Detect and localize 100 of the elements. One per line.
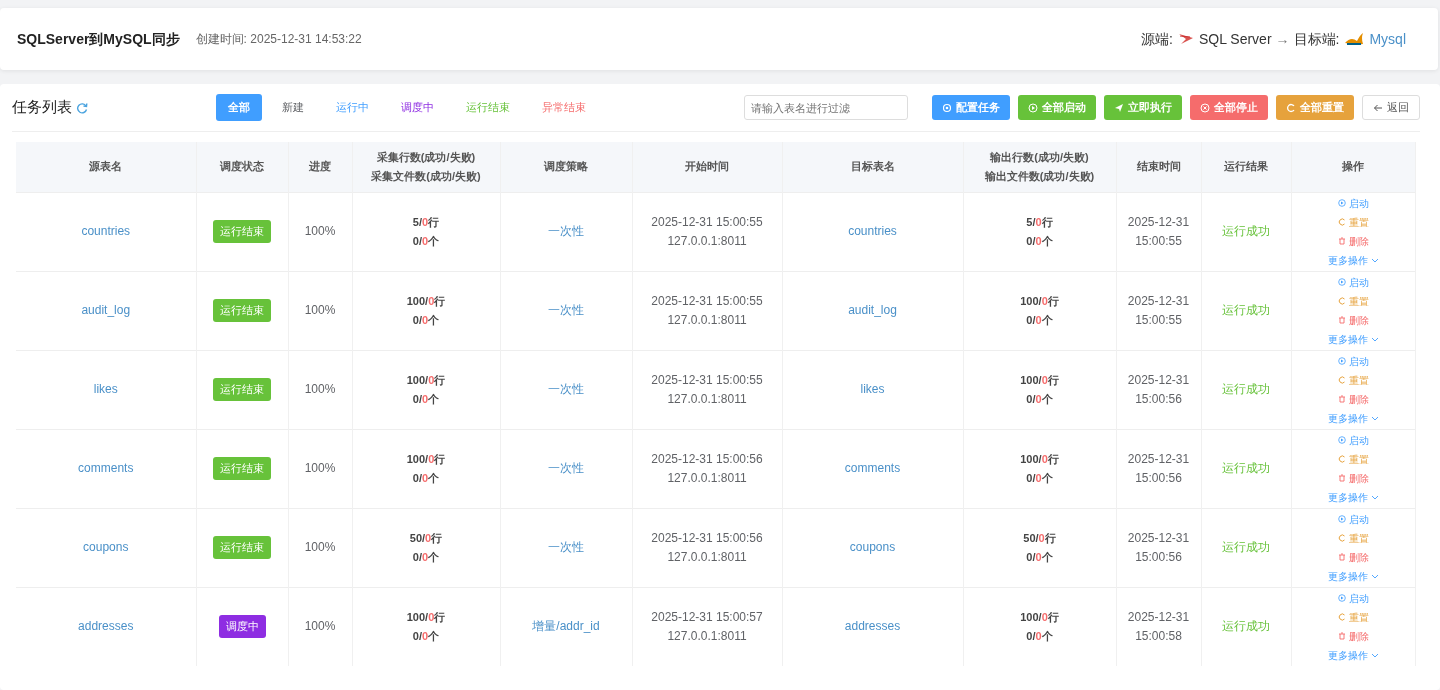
- action-link[interactable]: 启动: [1337, 351, 1369, 371]
- status-tag: 调度中: [218, 615, 266, 639]
- count-text: 100/0行: [405, 609, 447, 625]
- chevron-down-icon: [1370, 414, 1379, 422]
- filter-field[interactable]: 请输入表名进行过滤: [744, 95, 908, 120]
- action-link[interactable]: 删除: [1337, 468, 1369, 488]
- refresh-icon[interactable]: [76, 101, 88, 114]
- column-header: 运行结果: [1201, 142, 1291, 192]
- action-link[interactable]: 重置: [1337, 291, 1369, 311]
- count-text: 0/0个: [1025, 391, 1054, 407]
- table-link[interactable]: coupons: [83, 540, 129, 554]
- section-title: 任务列表: [12, 97, 72, 118]
- action-link[interactable]: 启动: [1337, 193, 1369, 213]
- filter-tab[interactable]: 运行结束: [454, 94, 522, 121]
- table-link[interactable]: addresses: [78, 619, 134, 634]
- gear-icon: [942, 102, 952, 113]
- table-link[interactable]: countries: [81, 224, 131, 238]
- toolbar-button[interactable]: 返回: [1362, 95, 1420, 120]
- table-link[interactable]: 一次性: [548, 303, 584, 317]
- table-link[interactable]: 一次性: [548, 540, 584, 554]
- table-link[interactable]: countries: [848, 224, 897, 238]
- table-link[interactable]: audit_log: [81, 303, 131, 317]
- table-cell-text: 15:00:58: [1134, 627, 1183, 645]
- action-link[interactable]: 启动: [1337, 430, 1369, 450]
- target-name[interactable]: Mysql: [1369, 28, 1406, 50]
- chevron-down-icon: [1370, 256, 1379, 264]
- table-link[interactable]: likes: [93, 382, 118, 396]
- table-link[interactable]: 增量/addr_id: [532, 619, 600, 634]
- source-label: 源端:: [1141, 29, 1173, 49]
- source-name: SQL Server: [1198, 29, 1272, 49]
- filter-tab[interactable]: 运行中: [324, 94, 381, 121]
- action-link[interactable]: 删除: [1337, 626, 1369, 646]
- arrow-text: →: [1275, 29, 1290, 49]
- trash-icon: [1337, 395, 1346, 403]
- table-cell-text: 2025-12-31 15:00:56: [650, 450, 764, 468]
- start-icon: [1337, 357, 1346, 365]
- count-text: 100/0行: [405, 293, 447, 309]
- table-cell-text: 127.0.0.1:8011: [666, 232, 748, 250]
- toolbar-button[interactable]: 立即执行: [1104, 95, 1182, 120]
- action-link[interactable]: 更多操作: [1327, 408, 1379, 428]
- action-link[interactable]: 重置: [1337, 370, 1369, 390]
- count-text: 0/0个: [1025, 233, 1054, 249]
- action-link[interactable]: 删除: [1337, 231, 1369, 251]
- column-header: 进度: [288, 142, 352, 192]
- count-text: 100/0行: [1019, 293, 1060, 309]
- action-link[interactable]: 更多操作: [1327, 329, 1379, 349]
- table-link[interactable]: likes: [860, 382, 885, 396]
- table-cell-text: 15:00:55: [1134, 311, 1183, 329]
- filter-tab[interactable]: 异常结束: [530, 94, 598, 121]
- table-cell-text: 2025-12-31 15:00:57: [650, 608, 764, 626]
- chevron-down-icon: [1370, 335, 1379, 343]
- table-cell-text: 15:00:56: [1134, 548, 1183, 566]
- table-link[interactable]: comments: [78, 461, 134, 475]
- table-cell-text: 127.0.0.1:8011: [666, 311, 748, 329]
- action-link[interactable]: 删除: [1337, 547, 1369, 567]
- action-link[interactable]: 重置: [1337, 449, 1369, 469]
- count-text: 100/0行: [405, 451, 447, 467]
- count-text: 5/0行: [1025, 214, 1054, 230]
- table-link[interactable]: coupons: [849, 540, 896, 554]
- reset-icon: [1337, 455, 1346, 463]
- table-link[interactable]: 一次性: [548, 224, 584, 238]
- action-link[interactable]: 更多操作: [1327, 566, 1379, 586]
- table-link[interactable]: audit_log: [848, 303, 897, 317]
- action-link[interactable]: 删除: [1337, 310, 1369, 330]
- reset-icon: [1337, 613, 1346, 622]
- status-tag: 运行结束: [213, 536, 271, 559]
- filter-tab[interactable]: 新建: [270, 94, 316, 121]
- table-cell: 运行成功: [1222, 303, 1270, 317]
- table-cell-text: 2025-12-31: [1126, 450, 1191, 468]
- action-link[interactable]: 更多操作: [1327, 645, 1379, 665]
- table-cell: 运行成功: [1222, 461, 1270, 475]
- toolbar-button[interactable]: 全部重置: [1276, 95, 1354, 120]
- table-cell: 100%: [304, 461, 336, 475]
- trash-icon: [1337, 553, 1346, 561]
- count-text: 0/0个: [411, 233, 441, 249]
- action-link[interactable]: 重置: [1337, 607, 1369, 627]
- table-link[interactable]: addresses: [844, 619, 901, 634]
- table-link[interactable]: 一次性: [548, 461, 584, 475]
- filter-tab[interactable]: 全部: [216, 94, 262, 121]
- table-cell: 运行成功: [1222, 382, 1270, 396]
- count-text: 0/0个: [411, 628, 441, 644]
- table-link[interactable]: 一次性: [548, 382, 584, 396]
- status-tag: 运行结束: [213, 299, 271, 322]
- action-link[interactable]: 删除: [1337, 389, 1369, 409]
- filter-tab[interactable]: 调度中: [389, 94, 446, 121]
- toolbar-button[interactable]: 全部停止: [1190, 95, 1268, 120]
- action-link[interactable]: 重置: [1337, 528, 1369, 548]
- toolbar-button[interactable]: 配置任务: [932, 95, 1010, 120]
- action-link[interactable]: 重置: [1337, 212, 1369, 232]
- action-link[interactable]: 启动: [1337, 509, 1369, 529]
- action-link[interactable]: 更多操作: [1327, 250, 1379, 270]
- action-link[interactable]: 更多操作: [1327, 487, 1379, 507]
- toolbar-button[interactable]: 全部启动: [1018, 95, 1096, 120]
- action-link[interactable]: 启动: [1337, 588, 1369, 608]
- table-cell-text: 2025-12-31: [1126, 529, 1191, 547]
- column-header: 目标表名: [782, 142, 963, 192]
- trash-icon: [1337, 237, 1346, 245]
- action-link[interactable]: 启动: [1337, 272, 1369, 292]
- table-link[interactable]: comments: [844, 461, 901, 475]
- table-cell-text: 2025-12-31 15:00:55: [650, 213, 764, 231]
